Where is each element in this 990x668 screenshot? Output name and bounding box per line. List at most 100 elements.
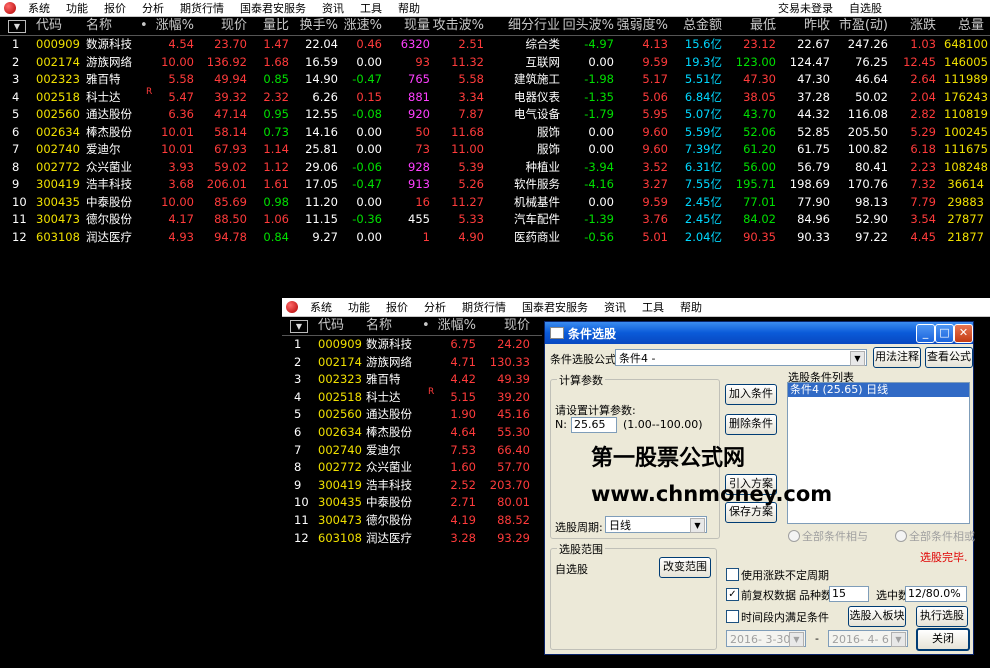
table-row[interactable]: 11 300473 德尔股份 4.17 88.50 1.06 11.15 -0.36 455 5.… <box>0 211 990 229</box>
table-row[interactable]: 1 000909 数源科技 4.54 23.70 1.47 22.04 0.46 6320 2.5… <box>0 36 990 54</box>
table-row[interactable]: 2 002174 游族网络 10.00 136.92 1.68 16.59 0.00 93 11.… <box>0 54 990 72</box>
menu-function[interactable]: 功能 <box>58 0 96 16</box>
table-row[interactable]: 9 300419 浩丰科技 3.68 206.01 1.61 17.05 -0.47 913 5.… <box>0 176 990 194</box>
table-row[interactable]: 8 002772 众兴菌业 1.60 57.70 <box>282 459 542 477</box>
date-from-chevron-icon[interactable]: ▼ <box>789 632 804 647</box>
menu2-futures[interactable]: 期货行情 <box>454 299 514 315</box>
col-amount[interactable]: 总金额 <box>676 17 722 34</box>
irregular-period-checkbox[interactable] <box>726 568 739 581</box>
row-number: 8 <box>12 159 20 174</box>
date-from-select[interactable]: 2016- 3-30 ▼ <box>726 630 806 647</box>
table-row[interactable]: 4 002518 科士达 5.47 39.32 2.32 6.26 0.15 881 3.34 电器… <box>0 87 990 107</box>
radio-and[interactable] <box>788 530 800 542</box>
col-vol-ratio[interactable]: 量比 <box>255 17 289 34</box>
menu2-gtja-service[interactable]: 国泰君安服务 <box>514 299 596 315</box>
col-diff[interactable]: 涨跌 <box>898 17 936 34</box>
col-change-pct[interactable]: 涨幅% <box>150 17 194 34</box>
menu-gtja-service[interactable]: 国泰君安服务 <box>232 0 314 16</box>
col-pullback[interactable]: 回头波% <box>562 17 614 34</box>
col2-name[interactable]: 名称 <box>366 317 392 334</box>
col-attack[interactable]: 攻击波% <box>432 17 484 34</box>
table-row[interactable]: 8 002772 众兴菌业 3.93 59.02 1.12 29.06 -0.06 928 5.3… <box>0 159 990 177</box>
stock-name: 雅百特 <box>86 72 121 86</box>
table-row[interactable]: 11 300473 德尔股份 4.19 88.52 <box>282 512 542 530</box>
menu-help[interactable]: 帮助 <box>390 0 428 16</box>
col-low[interactable]: 最低 <box>734 17 776 34</box>
delete-condition-button[interactable]: 删除条件 <box>725 414 777 435</box>
col-industry[interactable]: 细分行业 <box>500 17 560 34</box>
table-row[interactable]: 6 002634 棒杰股份 4.64 55.30 <box>282 424 542 442</box>
table-row[interactable]: 7 002740 爱迪尔 7.53 66.40 <box>282 442 542 460</box>
radio-or[interactable] <box>895 530 907 542</box>
timerange-checkbox[interactable] <box>726 610 739 623</box>
table-row[interactable]: 4 002518 科士达 5.15 39.20 R <box>282 387 542 407</box>
date-to-chevron-icon[interactable]: ▼ <box>891 632 906 647</box>
to-block-button[interactable]: 选股入板块 <box>848 606 906 627</box>
usage-notes-button[interactable]: 用法注释 <box>873 347 921 368</box>
table-row[interactable]: 10 300435 中泰股份 2.71 80.01 <box>282 494 542 512</box>
status-text: 选股完毕. <box>920 551 968 564</box>
view-formula-button[interactable]: 查看公式 <box>925 347 973 368</box>
prerights-checkbox[interactable]: ✓ <box>726 588 739 601</box>
date-to-select[interactable]: 2016- 4- 6 ▼ <box>828 630 908 647</box>
col-total-vol[interactable]: 总量 <box>944 17 984 34</box>
add-condition-button[interactable]: 加入条件 <box>725 384 777 405</box>
condition-list-item[interactable]: 条件4 (25.65) 日线 <box>788 383 969 397</box>
watchlist-link[interactable]: 自选股 <box>841 0 890 16</box>
col-strength[interactable]: 强弱度% <box>616 17 668 34</box>
menu2-help[interactable]: 帮助 <box>672 299 710 315</box>
col-code[interactable]: 代码 <box>36 17 62 34</box>
table-row[interactable]: 3 002323 雅百特 4.42 49.39 <box>282 371 542 389</box>
menu2-system[interactable]: 系统 <box>302 299 340 315</box>
menu-news[interactable]: 资讯 <box>314 0 352 16</box>
col-prev-close[interactable]: 昨收 <box>788 17 830 34</box>
menu2-news[interactable]: 资讯 <box>596 299 634 315</box>
col-price[interactable]: 现价 <box>205 17 247 34</box>
menu-tools[interactable]: 工具 <box>352 0 390 16</box>
dialog-titlebar[interactable]: 条件选股 <box>545 322 973 344</box>
close-button[interactable]: 关闭 <box>916 628 970 651</box>
amount: 5.51亿 <box>684 72 722 86</box>
param-n-input[interactable]: 25.65 <box>571 417 617 433</box>
table-row[interactable]: 6 002634 棒杰股份 10.01 58.14 0.73 14.16 0.00 50 11.6… <box>0 124 990 142</box>
menu2-analysis[interactable]: 分析 <box>416 299 454 315</box>
menu2-quote[interactable]: 报价 <box>378 299 416 315</box>
menu2-tools[interactable]: 工具 <box>634 299 672 315</box>
close-icon[interactable]: ✕ <box>954 324 973 343</box>
col-speed[interactable]: 涨速% <box>340 17 382 34</box>
col2-code[interactable]: 代码 <box>318 317 344 334</box>
chevron-down-icon[interactable]: ▼ <box>850 351 865 366</box>
table-row[interactable]: 5 002560 通达股份 1.90 45.16 <box>282 406 542 424</box>
col2-price[interactable]: 现价 <box>486 317 530 334</box>
col-cur-vol[interactable]: 现量 <box>390 17 430 34</box>
table-row[interactable]: 12 603108 润达医疗 3.28 93.29 <box>282 530 542 548</box>
menu-system[interactable]: 系统 <box>20 0 58 16</box>
maximize-icon[interactable]: □ <box>935 324 954 343</box>
sort-dropdown-icon[interactable]: ▼ <box>8 20 26 33</box>
table-row[interactable]: 12 603108 润达医疗 4.93 94.78 0.84 9.27 0.00 1 4.90 医药… <box>0 229 990 247</box>
trade-login-status[interactable]: 交易未登录 <box>770 0 841 16</box>
menu-analysis[interactable]: 分析 <box>134 0 172 16</box>
table-row[interactable]: 7 002740 爱迪尔 10.01 67.93 1.14 25.81 0.00 73 11.00… <box>0 141 990 159</box>
table-row[interactable]: 10 300435 中泰股份 10.00 85.69 0.98 11.20 0.00 16 11.… <box>0 194 990 212</box>
period-select[interactable]: 日线 ▼ <box>605 516 707 533</box>
menu-futures[interactable]: 期货行情 <box>172 0 232 16</box>
table-row[interactable]: 5 002560 通达股份 6.36 47.14 0.95 12.55 -0.08 920 7.8… <box>0 106 990 124</box>
formula-select[interactable]: 条件4 - ▼ <box>615 349 867 366</box>
change-range-button[interactable]: 改变范围 <box>659 557 711 578</box>
table-row[interactable]: 2 002174 游族网络 4.71 130.33 <box>282 354 542 372</box>
menu2-function[interactable]: 功能 <box>340 299 378 315</box>
minimize-icon[interactable]: _ <box>916 324 935 343</box>
col-name[interactable]: 名称 <box>86 17 112 34</box>
col-turnover[interactable]: 换手% <box>294 17 338 34</box>
menu-quote[interactable]: 报价 <box>96 0 134 16</box>
period-chevron-down-icon[interactable]: ▼ <box>690 518 705 533</box>
table-row[interactable]: 9 300419 浩丰科技 2.52 203.70 <box>282 477 542 495</box>
table-row[interactable]: 1 000909 数源科技 6.75 24.20 <box>282 336 542 354</box>
col2-change-pct[interactable]: 涨幅% <box>432 317 476 334</box>
run-selection-button[interactable]: 执行选股 <box>916 606 968 627</box>
speed: -0.08 <box>352 107 382 121</box>
second-sort-dropdown-icon[interactable]: ▼ <box>290 320 308 333</box>
pe: 100.82 <box>847 142 888 156</box>
col-pe[interactable]: 市盈(动) <box>836 17 888 34</box>
